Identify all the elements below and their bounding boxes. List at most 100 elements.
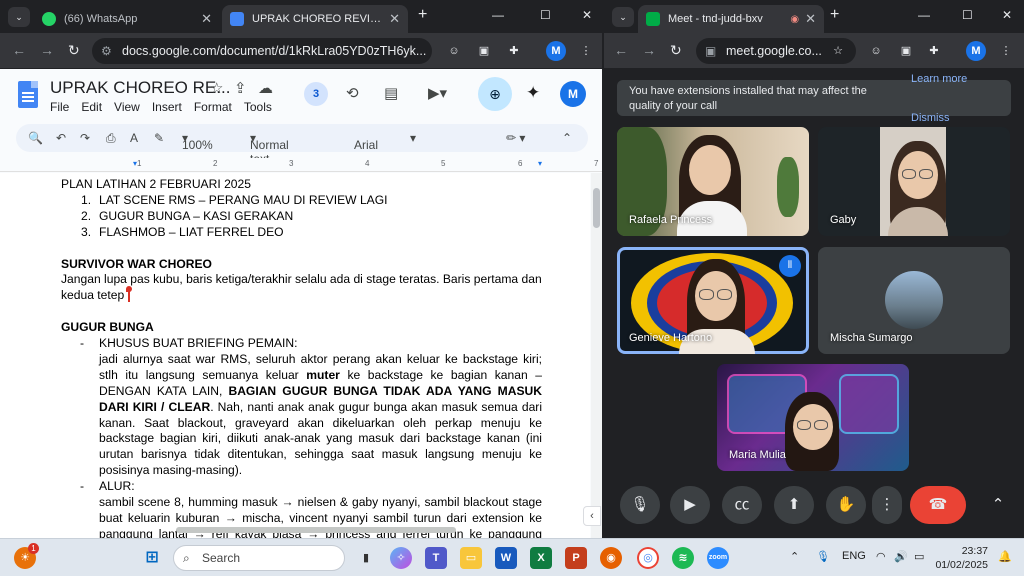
spellcheck-icon[interactable]: A [130,131,138,145]
mic-in-use-icon[interactable]: 🎙 [816,550,830,563]
font-dropdown-icon[interactable]: ▾ [410,131,416,145]
zoom-select[interactable]: 100% ▾ [182,131,213,152]
menu-format[interactable]: Format [194,100,232,114]
document-title[interactable]: UPRAK CHOREO RE... [50,78,230,98]
menu-view[interactable]: View [114,100,140,114]
leave-call-button[interactable]: ☎ [910,486,966,524]
participant-tile-rafaela[interactable]: Rafaela Princess [617,127,809,236]
horizontal-scrollbar[interactable] [176,527,456,533]
volume-icon[interactable]: 🔊 [894,550,908,563]
clock[interactable]: 23:37 01/02/2025 [935,544,988,572]
forward-icon[interactable]: → [40,42,54,58]
profile-avatar[interactable]: M [546,41,566,61]
back-icon[interactable]: ← [614,42,628,58]
taskbar-search-input[interactable]: ⌕ Search [173,545,345,571]
editing-mode-icon[interactable]: ✏ ▾ [506,131,525,145]
zoom-icon[interactable]: zoom [707,547,729,569]
cloud-status-icon[interactable]: ☁ [258,79,273,97]
document-page[interactable]: PLAN LATIHAN 2 FEBRUARI 2025 1. LAT SCENE… [0,173,590,538]
tray-chevron-up-icon[interactable]: ⌃ [790,550,799,563]
microphone-button[interactable]: 🎙 [620,486,660,524]
close-tab-icon[interactable]: ✕ [799,11,816,27]
menu-edit[interactable]: Edit [81,100,102,114]
camera-button[interactable]: ▶ [670,486,710,524]
close-window-button[interactable]: ✕ [582,8,592,22]
collapse-toolbar-icon[interactable]: ⌃ [562,131,572,145]
copilot-icon[interactable]: ✧ [390,547,412,569]
browser-menu-icon[interactable]: ⋮ [996,41,1016,61]
close-tab-icon[interactable]: ✕ [195,11,212,27]
tab-meet[interactable]: Meet - tnd-judd-bxv ◉ ✕ [638,5,824,33]
address-bar[interactable]: ⚙ docs.google.com/document/d/1kRkLra05YD… [92,38,432,64]
menu-tools[interactable]: Tools [244,100,272,114]
side-panel-toggle-icon[interactable]: ‹ [583,506,601,526]
document-body[interactable]: PLAN LATIHAN 2 FEBRUARI 2025 1. LAT SCENE… [61,177,542,538]
vertical-scrollbar[interactable] [591,173,602,538]
history-icon[interactable]: ⟲ [346,84,359,102]
maximize-button[interactable]: ☐ [962,8,973,22]
spotify-icon[interactable]: ≋ [672,547,694,569]
new-tab-button[interactable]: + [830,6,839,24]
star-icon[interactable]: ☆ [210,79,223,97]
close-tab-icon[interactable]: ✕ [383,11,400,27]
task-view-icon[interactable]: ▮ [355,547,377,569]
wifi-icon[interactable]: ◠ [876,550,886,563]
captions-button[interactable]: ㏄ [722,486,762,524]
camera-permission-icon[interactable]: ▣ [705,38,716,64]
comments-icon[interactable]: ▤ [384,84,398,102]
maximize-button[interactable]: ☐ [540,8,551,22]
present-screen-button[interactable]: ⬆ [774,486,814,524]
move-icon[interactable]: ⇪ [234,79,247,97]
more-options-button[interactable]: ⋮ [872,486,902,524]
search-menus-icon[interactable]: 🔍 [28,131,43,145]
tab-search-button[interactable]: ⌄ [612,7,634,27]
powerpoint-icon[interactable]: P [565,547,587,569]
site-info-icon[interactable]: ⚙ [101,38,112,64]
language-indicator[interactable]: ENG [842,550,866,562]
new-tab-button[interactable]: + [418,6,427,24]
notification-bell-icon[interactable]: 🔔 [998,550,1012,563]
undo-icon[interactable]: ↶ [56,131,66,145]
start-windows-icon[interactable]: ⊞ [141,547,163,569]
extension-b-icon[interactable]: ▣ [474,41,494,61]
back-icon[interactable]: ← [12,42,26,58]
menu-insert[interactable]: Insert [152,100,182,114]
raise-hand-button[interactable]: ✋ [826,486,866,524]
browser-menu-icon[interactable]: ⋮ [576,41,596,61]
reload-icon[interactable]: ↻ [68,42,80,59]
firefox-icon[interactable]: ◉ [600,547,622,569]
extensions-puzzle-icon[interactable]: ✚ [924,41,944,61]
style-select[interactable]: Normal text ▾ [250,131,289,166]
gemini-icon[interactable]: ✦ [526,83,540,103]
minimize-button[interactable]: — [918,8,930,22]
learn-more-link[interactable]: Learn more [911,73,967,85]
dismiss-link[interactable]: Dismiss [911,112,950,124]
docs-logo-icon[interactable] [18,81,38,108]
participant-tile-maria[interactable]: Maria Mulia [717,364,909,471]
collaborators-badge[interactable]: 3 [304,82,328,106]
participant-tile-genieve[interactable]: ⦀ Genieve Hartono [617,247,809,354]
paint-format-icon[interactable]: ✎ [154,131,164,145]
redo-icon[interactable]: ↷ [80,131,90,145]
expand-controls-button[interactable]: ⌃ [978,486,1018,524]
profile-avatar[interactable]: M [966,41,986,61]
word-icon[interactable]: W [495,547,517,569]
share-button[interactable]: ⊕ [478,77,512,111]
meet-video-icon[interactable]: ▶▾ [428,84,447,102]
minimize-button[interactable]: — [492,8,504,22]
right-margin-marker-icon[interactable]: ▾ [538,159,542,168]
tab-search-button[interactable]: ⌄ [8,7,30,27]
chrome-icon[interactable]: ◎ [637,547,659,569]
tab-whatsapp[interactable]: (66) WhatsApp ✕ [34,5,220,33]
participant-tile-gaby[interactable]: Gaby [818,127,1010,236]
reload-icon[interactable]: ↻ [670,42,682,59]
tab-uprak-doc[interactable]: UPRAK CHOREO REVISI - Google ✕ [222,5,408,33]
extension-b-icon[interactable]: ▣ [896,41,916,61]
excel-icon[interactable]: X [530,547,552,569]
menu-file[interactable]: File [50,100,69,114]
extension-a-icon[interactable]: ☺ [444,41,464,61]
battery-icon[interactable]: ▭ [914,550,924,563]
close-window-button[interactable]: ✕ [1002,8,1012,22]
print-icon[interactable]: ⎙ [106,131,116,146]
extensions-puzzle-icon[interactable]: ✚ [504,41,524,61]
